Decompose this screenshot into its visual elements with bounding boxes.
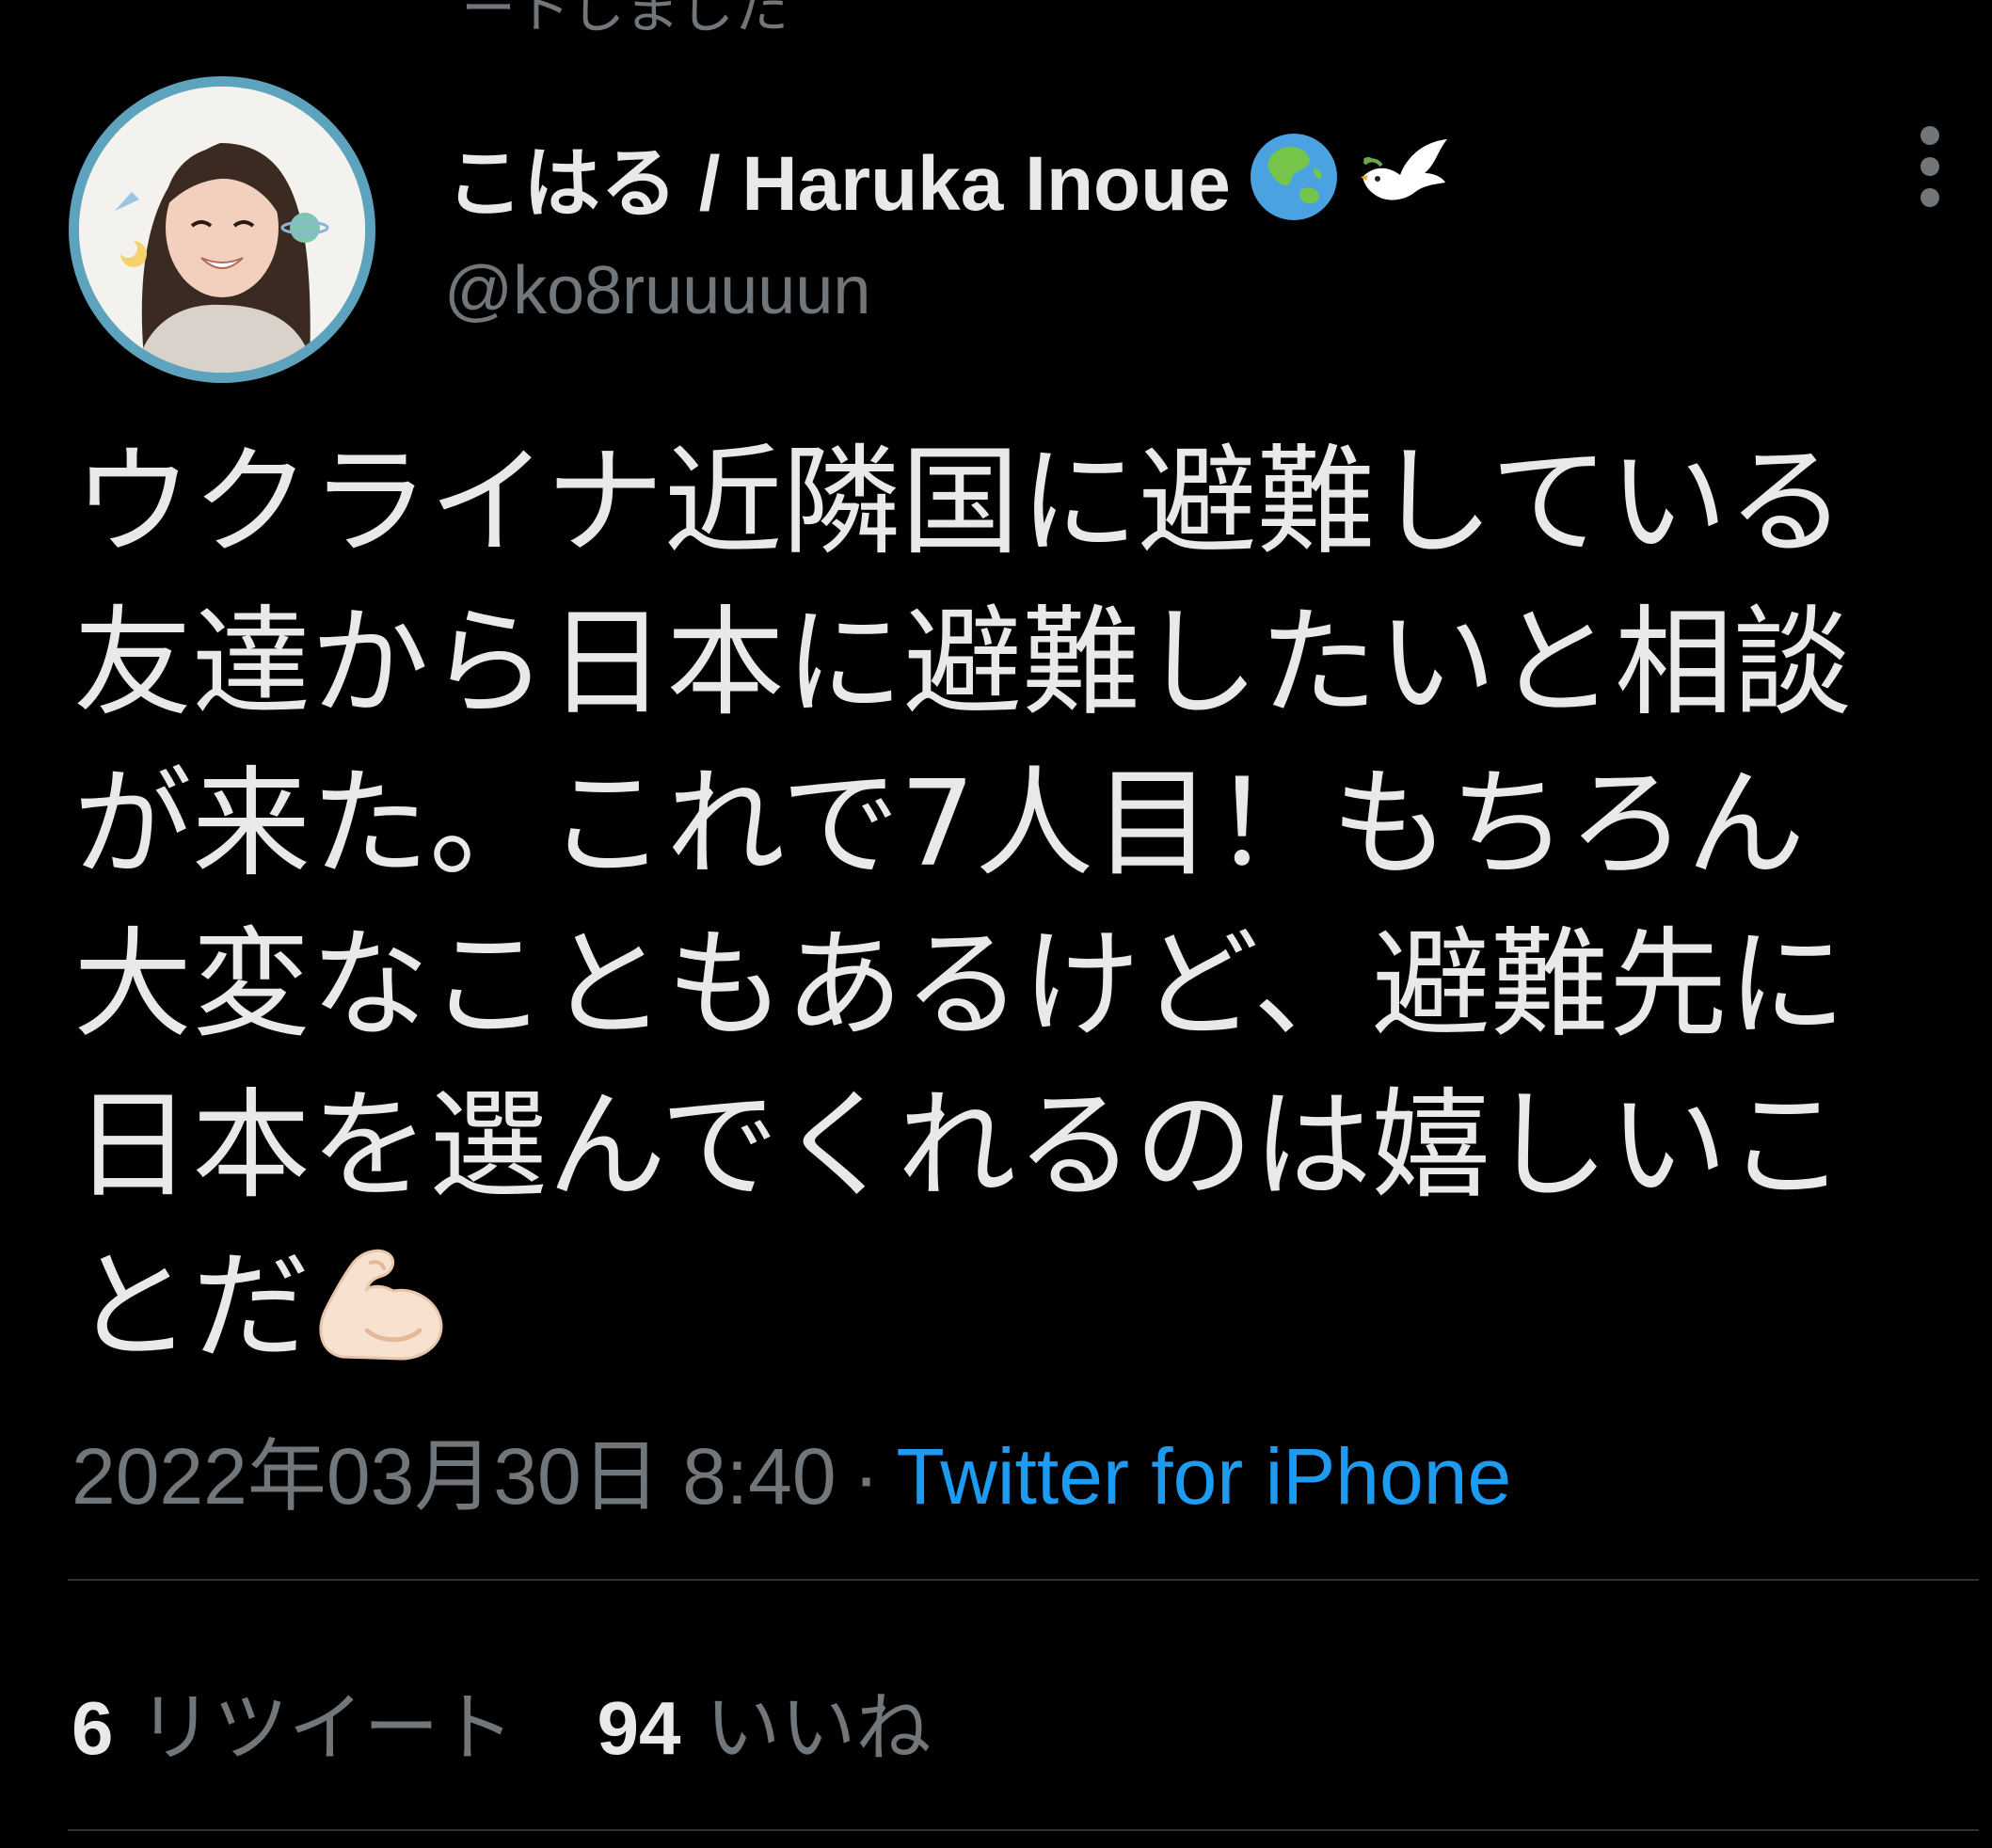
tweet-text-line: ウクライナ近隣国に避難している: [73, 433, 1846, 571]
tweet-text: ウクライナ近隣国に避難している 友達から日本に避難したいと相談 が来た。これで7…: [73, 422, 1955, 1402]
avatar[interactable]: [69, 76, 375, 383]
tweet-source-link[interactable]: Twitter for iPhone: [897, 1432, 1512, 1521]
retweets-stat[interactable]: 6 リツイート: [72, 1667, 515, 1776]
retweet-context-text: ートしました: [461, 0, 789, 40]
tweet-meta: 2022年03月30日 8:40 · Twitter for iPhone: [72, 1413, 1511, 1527]
globe-icon: [1248, 131, 1340, 223]
retweets-count: 6: [72, 1686, 114, 1770]
flexed-biceps-icon: [314, 1241, 450, 1402]
dove-icon: [1357, 135, 1451, 218]
divider: [68, 1579, 1979, 1581]
tweet-text-line: が来た。これで7人目！もちろん: [73, 755, 1806, 893]
tweet-detail-view: ートしました こはる / Haruka Inoue @ko8ruuuuun ウク…: [0, 0, 1992, 1848]
tweet-text-line: とだ: [73, 1237, 311, 1376]
author-display-name[interactable]: こはる / Haruka Inoue: [446, 120, 1451, 232]
avatar-photo: [79, 87, 365, 373]
retweets-label: リツイート: [137, 1686, 515, 1770]
author-handle[interactable]: @ko8ruuuuun: [444, 252, 870, 329]
tweet-text-line: 大変なこともあるけど、避難先に: [73, 916, 1846, 1054]
tweet-text-line: 日本を選んでくれるのは嬉しいこ: [73, 1076, 1846, 1215]
likes-count: 94: [597, 1686, 681, 1770]
likes-label: いいね: [705, 1686, 932, 1770]
more-dot: [1920, 126, 1939, 145]
more-dot: [1920, 157, 1939, 176]
more-dot: [1920, 188, 1939, 207]
tweet-text-last-line: とだ: [73, 1226, 1955, 1402]
likes-stat[interactable]: 94 いいね: [598, 1667, 932, 1776]
tweet-text-line: 友達から日本に避難したいと相談: [73, 594, 1852, 732]
more-options-icon[interactable]: [1908, 126, 1952, 207]
display-name-text: こはる / Haruka Inoue: [446, 141, 1231, 227]
divider: [68, 1829, 1979, 1831]
tweet-stats: 6 リツイート 94 いいね: [72, 1667, 931, 1776]
meta-separator: ·: [853, 1432, 880, 1521]
tweet-timestamp[interactable]: 2022年03月30日 8:40: [72, 1432, 837, 1521]
avatar-illustration: [79, 87, 365, 373]
